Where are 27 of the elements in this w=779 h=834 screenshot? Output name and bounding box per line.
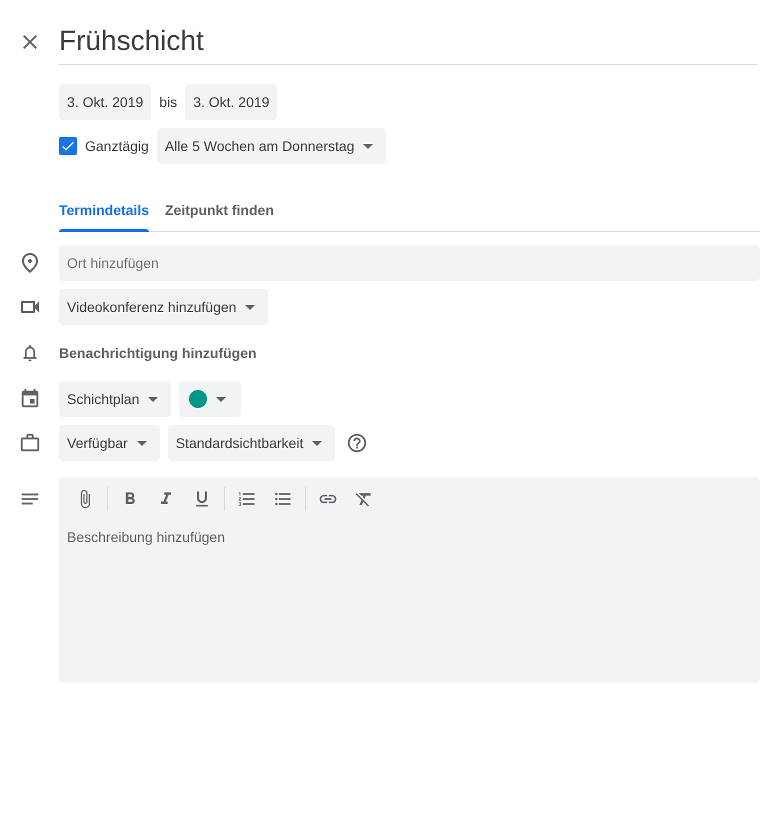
calendar-icon bbox=[18, 388, 40, 410]
date-separator: bis bbox=[159, 92, 178, 112]
tab[interactable]: Termindetails bbox=[59, 190, 149, 231]
video-conference-dropdown[interactable]: Videokonferenz hinzufügen bbox=[59, 289, 268, 325]
caret-icon bbox=[148, 396, 158, 402]
caret-icon bbox=[363, 144, 374, 148]
caret-icon bbox=[312, 440, 322, 446]
caret-icon bbox=[216, 396, 226, 402]
checkbox-label: Ganztägig bbox=[85, 136, 149, 156]
caret-icon bbox=[245, 304, 256, 310]
description-field[interactable]: Beschreibung hinzufügen bbox=[67, 527, 752, 683]
help-icon bbox=[346, 432, 368, 454]
add-notification-link[interactable]: Benachrichtigung hinzufügen bbox=[59, 342, 257, 364]
recurrence-dropdown[interactable]: Alle 5 Wochen am Donnerstag bbox=[156, 128, 386, 164]
color-dropdown[interactable] bbox=[179, 381, 242, 417]
start-date-field[interactable]: 3. Okt. 2019 bbox=[59, 84, 152, 120]
briefcase-icon bbox=[18, 432, 40, 454]
description-editor[interactable]: Beschreibung hinzufügen bbox=[59, 477, 760, 683]
tab[interactable]: Zeitpunkt finden bbox=[165, 190, 274, 231]
title-field[interactable]: Frühschicht bbox=[59, 18, 757, 65]
checkbox[interactable] bbox=[59, 137, 77, 155]
end-date-field[interactable]: 3. Okt. 2019 bbox=[185, 84, 278, 120]
location-field[interactable]: Ort hinzufügen bbox=[59, 245, 760, 281]
availability-dropdown[interactable]: Verfügbar bbox=[59, 425, 160, 461]
visibility-dropdown[interactable]: Standardsichtbarkeit bbox=[168, 425, 336, 461]
caret-icon bbox=[136, 440, 147, 446]
calendar-dropdown[interactable]: Schichtplan bbox=[59, 381, 172, 417]
